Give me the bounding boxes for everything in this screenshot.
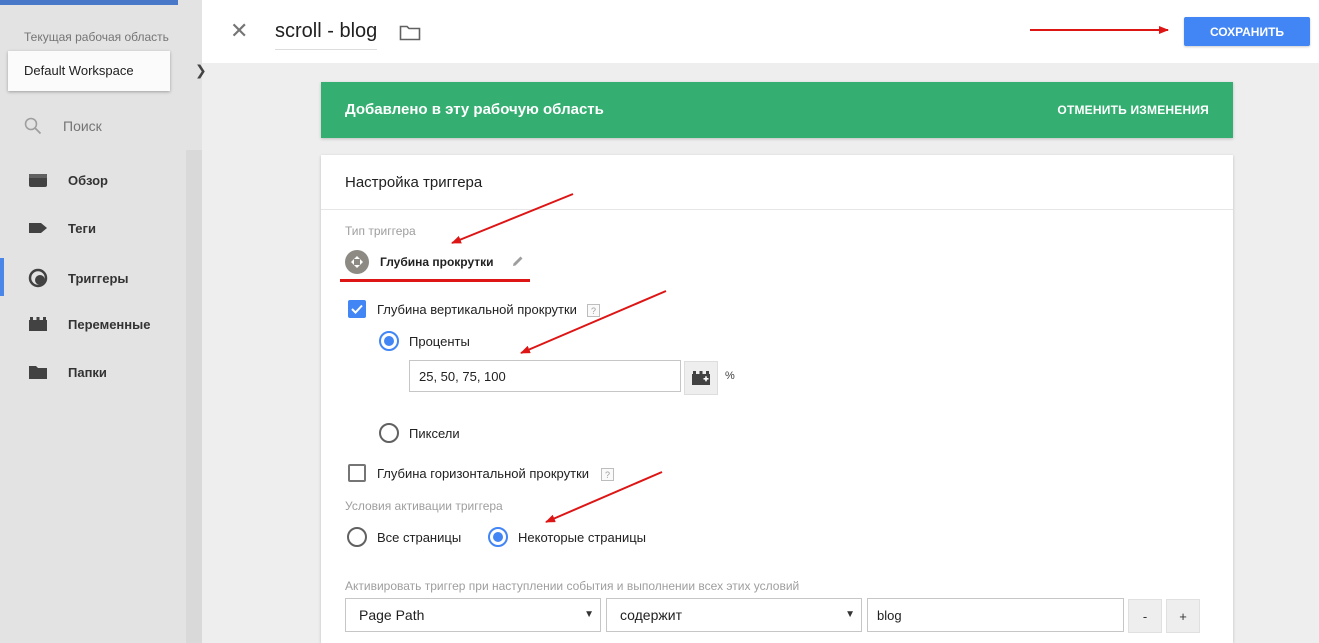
page-title[interactable]: scroll - blog [275, 20, 378, 50]
pixels-radio[interactable] [379, 423, 399, 443]
vertical-scroll-checkbox[interactable] [348, 300, 366, 318]
sidebar-item-label: Триггеры [68, 270, 129, 286]
activation-label: Условия активации триггера [345, 499, 503, 513]
condition-label: Активировать триггер при наступлении соб… [345, 579, 800, 593]
some-pages-label: Некоторые страницы [518, 530, 646, 545]
active-indicator [0, 258, 4, 296]
operator-select[interactable]: содержит ▼ [606, 598, 862, 632]
trigger-type-name[interactable]: Глубина прокрутки [380, 255, 494, 269]
variable-icon [692, 371, 710, 385]
sidebar-item-label: Переменные [68, 316, 151, 332]
help-icon[interactable]: ? [587, 304, 600, 317]
trigger-type-label: Тип триггера [345, 224, 416, 238]
divider [321, 209, 1233, 210]
remove-condition-button[interactable]: - [1128, 599, 1162, 633]
chevron-right-icon[interactable]: ❯ [195, 62, 207, 79]
horizontal-scroll-label: Глубина горизонтальной прокрутки [377, 466, 590, 481]
discard-changes-button[interactable]: ОТМЕНИТЬ ИЗМЕНЕНИЯ [1057, 103, 1209, 117]
operator-select-value: содержит [620, 607, 682, 623]
editor-header: ✕ scroll - blog СОХРАНИТЬ [202, 0, 1319, 63]
trigger-icon [28, 268, 48, 288]
tag-icon [29, 223, 47, 233]
variables-icon [29, 317, 47, 331]
all-pages-radio[interactable] [347, 527, 367, 547]
workspace-selector[interactable]: Default Workspace [8, 51, 170, 91]
sidebar-edge [186, 150, 202, 643]
workspace-name: Default Workspace [24, 63, 134, 78]
folder-icon[interactable] [399, 25, 421, 41]
search-label: Поиск [63, 118, 102, 134]
workspace-banner: Добавлено в эту рабочую область ОТМЕНИТЬ… [321, 82, 1233, 138]
folder-icon [29, 366, 47, 379]
condition-value-input[interactable]: blog [867, 598, 1124, 632]
vertical-scroll-label: Глубина вертикальной прокрутки [377, 302, 577, 317]
annotation-underline [340, 279, 530, 282]
trigger-config-card: Настройка триггера Тип триггера Глубина … [321, 155, 1233, 643]
card-title: Настройка триггера [345, 174, 483, 191]
search-field[interactable]: Поиск [24, 117, 102, 135]
pencil-icon[interactable] [511, 254, 525, 268]
close-icon[interactable]: ✕ [230, 20, 248, 42]
sidebar-item-label: Теги [68, 220, 96, 236]
scroll-depth-icon [345, 250, 369, 274]
sidebar-item-overview[interactable]: Обзор [28, 172, 108, 188]
variable-picker-button[interactable] [684, 361, 718, 395]
sidebar: Текущая рабочая область Default Workspac… [0, 0, 207, 643]
sidebar-item-label: Обзор [68, 172, 108, 188]
sidebar-item-triggers[interactable]: Триггеры [28, 268, 128, 288]
percent-label: Проценты [409, 334, 470, 349]
caret-down-icon: ▼ [845, 609, 855, 620]
help-icon[interactable]: ? [601, 468, 614, 481]
search-icon [24, 117, 42, 135]
overview-icon [29, 174, 47, 187]
save-button[interactable]: СОХРАНИТЬ [1184, 17, 1310, 46]
pixels-label: Пиксели [409, 426, 460, 441]
sidebar-item-tags[interactable]: Теги [28, 220, 96, 236]
all-pages-label: Все страницы [377, 530, 462, 545]
sidebar-item-label: Папки [68, 364, 107, 380]
workspace-label: Текущая рабочая область [24, 30, 169, 44]
check-icon [351, 304, 363, 314]
add-condition-button[interactable]: + [1166, 599, 1200, 633]
some-pages-radio[interactable] [488, 527, 508, 547]
variable-select-value: Page Path [359, 607, 425, 623]
banner-text: Добавлено в эту рабочую область [345, 101, 604, 118]
variable-select[interactable]: Page Path ▼ [345, 598, 601, 632]
caret-down-icon: ▼ [584, 609, 594, 620]
percent-radio[interactable] [379, 331, 399, 351]
sidebar-top-strip [0, 0, 178, 5]
sidebar-item-folders[interactable]: Папки [28, 364, 107, 380]
percent-unit: % [725, 370, 735, 382]
sidebar-item-variables[interactable]: Переменные [28, 316, 150, 332]
horizontal-scroll-checkbox[interactable] [348, 464, 366, 482]
percent-input[interactable]: 25, 50, 75, 100 [409, 360, 681, 392]
